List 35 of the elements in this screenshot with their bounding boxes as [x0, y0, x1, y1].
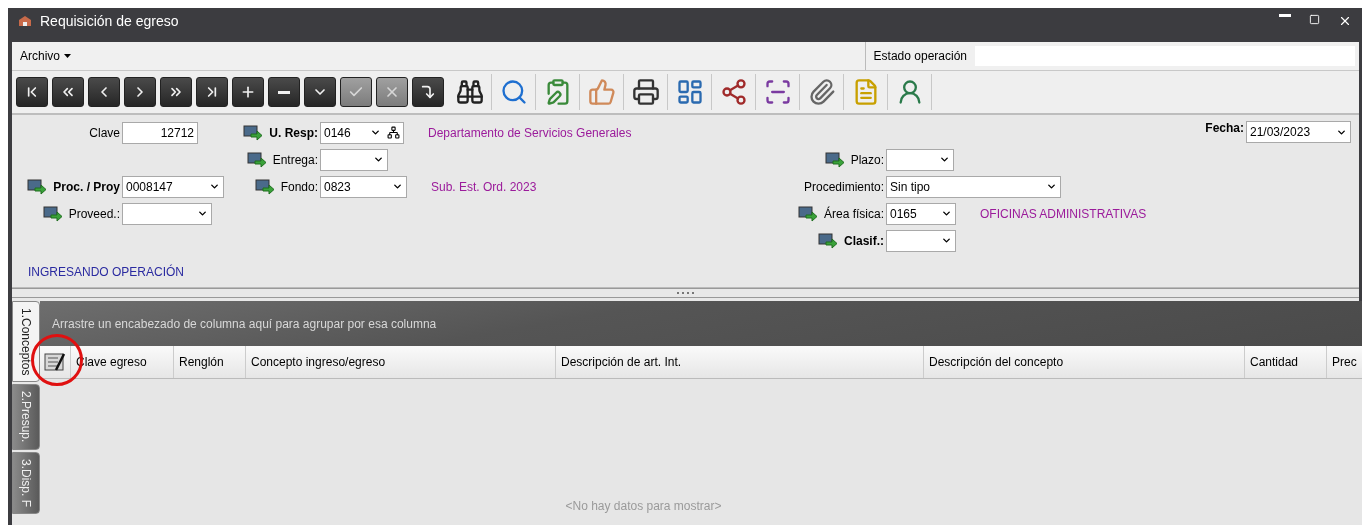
- field-label: Entrega:: [272, 152, 318, 167]
- combo-box[interactable]: 0008147: [122, 175, 224, 198]
- field-label: Proc. / Proy: [53, 179, 120, 194]
- column-header[interactable]: Concepto ingreso/egreso: [246, 346, 556, 378]
- column-header[interactable]: Descripción del concepto: [924, 346, 1245, 378]
- window-title: Requisición de egreso: [40, 13, 180, 29]
- field-description: Departamento de Servicios Generales: [428, 125, 632, 140]
- field-description: OFICINAS ADMINISTRATIVAS: [980, 206, 1147, 221]
- combo-box[interactable]: 21/03/2023: [1246, 121, 1351, 143]
- field-label: Área física:: [823, 206, 884, 221]
- field-label: Procedimiento:: [803, 179, 884, 194]
- field-label: Clasif.:: [844, 233, 884, 248]
- empty-message: <No hay datos para mostrar>: [565, 499, 722, 513]
- field-label: Plazo:: [850, 152, 884, 167]
- combo-box[interactable]: 0146: [320, 121, 404, 144]
- group-hint: Arrastre un encabezado de columna aquí para agrupar por esa columna: [52, 316, 437, 331]
- column-header[interactable]: Renglón: [174, 346, 246, 378]
- column-header[interactable]: Descripción de art. Int.: [556, 346, 924, 378]
- field-label: Clave: [89, 125, 120, 140]
- combo-box[interactable]: 0165: [886, 202, 956, 225]
- combo-box[interactable]: Sin tipo: [886, 175, 1061, 198]
- field-label: Proveed.:: [68, 206, 120, 221]
- field-label: Fecha:: [1205, 121, 1244, 135]
- field-description: Sub. Est. Ord. 2023: [431, 179, 537, 194]
- column-header[interactable]: Prec: [1327, 346, 1362, 378]
- combo-box[interactable]: 0823: [320, 175, 407, 198]
- vertical-tab[interactable]: 3.Disp. F: [12, 451, 40, 514]
- field-label: Fondo:: [280, 179, 318, 194]
- text-field[interactable]: 12712: [122, 121, 198, 144]
- vertical-tab[interactable]: 1.Conceptos: [12, 301, 40, 383]
- menu-item[interactable]: Archivo: [12, 49, 79, 63]
- field-label: U. Resp:: [269, 125, 318, 140]
- vertical-tab[interactable]: 2.Presup.: [12, 384, 40, 450]
- column-header[interactable]: Cantidad: [1245, 346, 1327, 378]
- operation-status: INGRESANDO OPERACIÓN: [28, 265, 185, 279]
